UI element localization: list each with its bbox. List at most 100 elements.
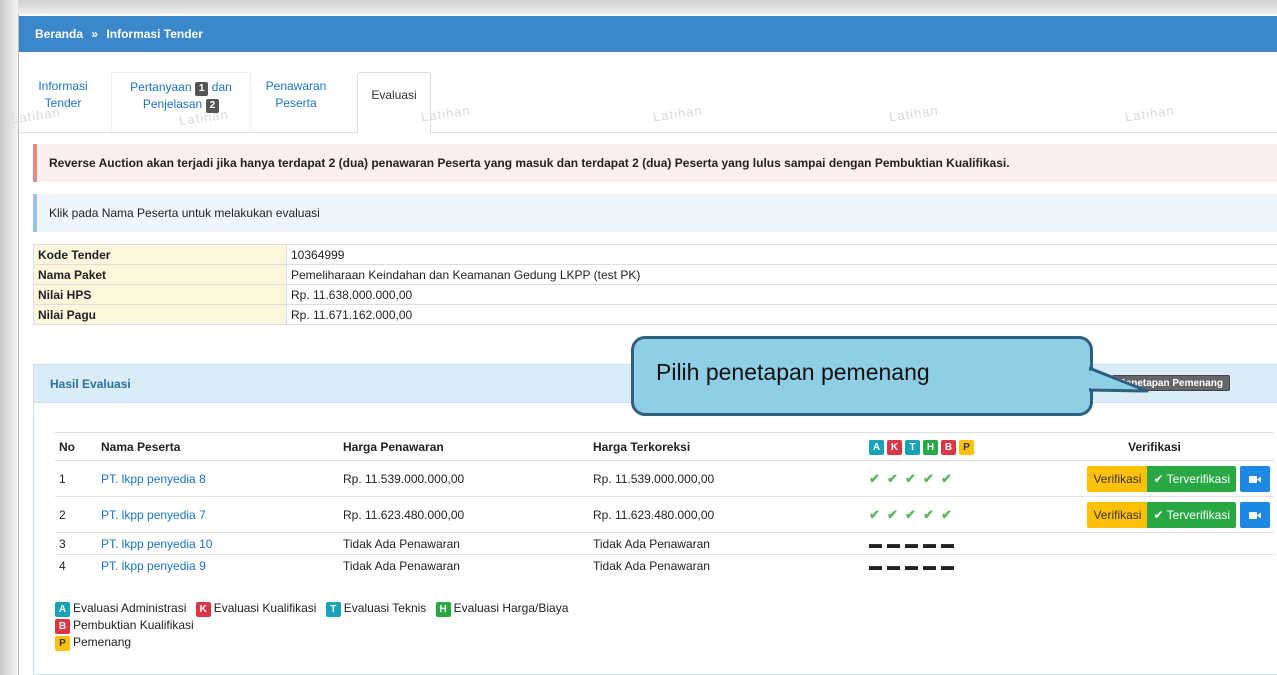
peserta-link[interactable]: PT. lkpp penyedia 8 <box>101 472 206 486</box>
evaluation-status: ✔ ✔ ✔ ✔ ✔ <box>865 460 1035 497</box>
verifikasi-cell <box>1035 555 1274 577</box>
info-row: Nama Paket Pemeliharaan Keindahan dan Ke… <box>33 264 1277 285</box>
check-icon: ✔ <box>869 506 880 522</box>
badge-teknis: T <box>905 439 920 455</box>
badge-pemenang: P <box>55 636 70 651</box>
badge-administrasi: A <box>869 439 884 455</box>
legend-item: A Evaluasi Administrasi <box>55 601 187 617</box>
legend-label: Evaluasi Administrasi <box>73 601 187 615</box>
breadcrumb-home[interactable]: Beranda <box>35 27 83 41</box>
dash-icon: ▬ <box>905 536 918 551</box>
harga-terkoreksi: Tidak Ada Penawaran <box>589 532 865 555</box>
info-value: 10364999 <box>286 244 1277 265</box>
tab-pertanyaan-penjelasan[interactable]: Pertanyaan 1 dan Penjelasan 2 <box>111 72 251 133</box>
table-row: 1 PT. lkpp penyedia 8 Rp. 11.539.000.000… <box>55 460 1274 497</box>
terverifikasi-button[interactable]: ✔ Terverifikasi <box>1147 465 1236 492</box>
verifikasi-cell: Verifikasi ✔ Terverifikasi <box>1035 496 1274 533</box>
table-header-row: No Nama Peserta Harga Penawaran Harga Te… <box>55 432 1274 461</box>
verifikasi-button[interactable]: Verifikasi <box>1087 501 1148 528</box>
info-row: Nilai HPS Rp. 11.638.000.000,00 <box>33 284 1277 305</box>
column-header-verifikasi: Verifikasi <box>1035 432 1274 461</box>
column-header-no: No <box>55 432 97 461</box>
tender-info-table: Kode Tender 10364999 Nama Paket Pemeliha… <box>33 244 1277 325</box>
row-number: 1 <box>55 460 97 497</box>
table-row: 2 PT. lkpp penyedia 7 Rp. 11.623.480.000… <box>55 496 1274 533</box>
count-badge: 2 <box>205 99 220 113</box>
check-icon: ✔ <box>941 470 952 486</box>
dash-icon: ▬ <box>887 536 900 551</box>
legend-item: B Pembuktian Kualifikasi <box>55 618 194 634</box>
harga-terkoreksi: Rp. 11.539.000.000,00 <box>589 460 865 497</box>
legend-label: Evaluasi Harga/Biaya <box>453 601 569 615</box>
terverifikasi-button[interactable]: ✔ Terverifikasi <box>1147 501 1236 528</box>
info-label: Nama Paket <box>33 264 287 285</box>
check-icon: ✔ <box>887 506 898 522</box>
reverse-auction-alert: Reverse Auction akan terjadi jika hanya … <box>33 144 1277 182</box>
badge-pemenang: P <box>959 439 974 455</box>
harga-penawaran: Rp. 11.539.000.000,00 <box>339 460 589 497</box>
peserta-link[interactable]: PT. lkpp penyedia 9 <box>101 559 206 573</box>
tab-label: Penawaran <box>265 79 327 93</box>
check-icon: ✔ <box>941 506 952 522</box>
column-header-nama: Nama Peserta <box>97 432 339 461</box>
info-value: Rp. 11.638.000.000,00 <box>286 284 1277 305</box>
badge-kualifikasi: K <box>887 439 902 455</box>
column-header-terkoreksi: Harga Terkoreksi <box>589 432 865 461</box>
evaluation-hint: Klik pada Nama Peserta untuk melakukan e… <box>33 194 1277 232</box>
check-icon: ✔ <box>923 506 934 522</box>
badge-teknis: T <box>325 602 341 617</box>
table-row: 4 PT. lkpp penyedia 9 Tidak Ada Penawara… <box>55 555 1274 577</box>
breadcrumb-current: Informasi Tender <box>106 27 203 41</box>
column-header-badges: AKTHBP <box>865 432 1035 461</box>
legend-item: H Evaluasi Harga/Biaya <box>435 601 569 617</box>
legend-item: T Evaluasi Teknis <box>325 601 426 617</box>
row-number: 3 <box>55 532 97 555</box>
legend-item: K Evaluasi Kualifikasi <box>195 601 317 617</box>
badge-harga: H <box>923 439 938 455</box>
info-row: Nilai Pagu Rp. 11.671.162.000,00 <box>33 304 1277 325</box>
verifikasi-cell: Verifikasi ✔ Terverifikasi <box>1035 460 1274 497</box>
dash-icon: ▬ <box>905 558 918 574</box>
tab-label: Penjelasan <box>142 97 203 111</box>
tutorial-callout: Pilih penetapan pemenang <box>631 336 1093 416</box>
info-label: Nilai Pagu <box>33 304 287 325</box>
window-shadow-left <box>0 0 18 675</box>
video-camera-icon[interactable] <box>1240 465 1270 492</box>
evaluation-status: ▬ ▬ ▬ ▬ ▬ <box>865 532 1035 555</box>
info-row: Kode Tender 10364999 <box>33 244 1277 265</box>
tab-informasi-tender[interactable]: Informasi Tender <box>31 72 95 133</box>
badge-administrasi: A <box>55 602 70 617</box>
info-label: Nilai HPS <box>33 284 287 305</box>
dash-icon: ▬ <box>869 558 882 574</box>
tab-label: Peserta <box>275 96 317 110</box>
legend-item: P Pemenang <box>55 635 131 651</box>
row-number: 4 <box>59 558 66 573</box>
legend-label: Evaluasi Kualifikasi <box>213 601 317 615</box>
dash-icon: ▬ <box>869 536 882 551</box>
tab-label: Evaluasi <box>371 88 417 102</box>
dash-icon: ▬ <box>923 536 936 551</box>
row-number: 2 <box>55 496 97 533</box>
harga-terkoreksi: Tidak Ada Penawaran <box>593 558 710 573</box>
legend-label: Pembuktian Kualifikasi <box>73 618 194 632</box>
callout-pointer <box>1089 366 1149 393</box>
count-badge: 1 <box>194 82 209 96</box>
peserta-link[interactable]: PT. lkpp penyedia 7 <box>101 508 206 522</box>
harga-penawaran: Rp. 11.623.480.000,00 <box>339 496 589 533</box>
badge-kualifikasi: K <box>195 602 211 617</box>
video-camera-icon[interactable] <box>1240 501 1270 528</box>
peserta-link[interactable]: PT. lkpp penyedia 10 <box>101 537 212 551</box>
check-icon: ✔ <box>923 470 934 486</box>
verifikasi-button[interactable]: Verifikasi <box>1087 465 1148 492</box>
evaluation-status: ✔ ✔ ✔ ✔ ✔ <box>865 496 1035 533</box>
dash-icon: ▬ <box>941 536 954 551</box>
info-value: Rp. 11.671.162.000,00 <box>286 304 1277 325</box>
check-icon: ✔ <box>887 470 898 486</box>
tab-penawaran-peserta[interactable]: Penawaran Peserta <box>259 72 333 133</box>
tab-bar: Informasi Tender Pertanyaan 1 dan Penjel… <box>19 72 1277 134</box>
breadcrumb: Beranda » Informasi Tender <box>19 16 1277 52</box>
tab-label: dan <box>211 80 232 94</box>
breadcrumb-separator: » <box>91 27 99 41</box>
dash-icon: ▬ <box>941 558 954 574</box>
tab-evaluasi[interactable]: Evaluasi <box>357 72 431 134</box>
